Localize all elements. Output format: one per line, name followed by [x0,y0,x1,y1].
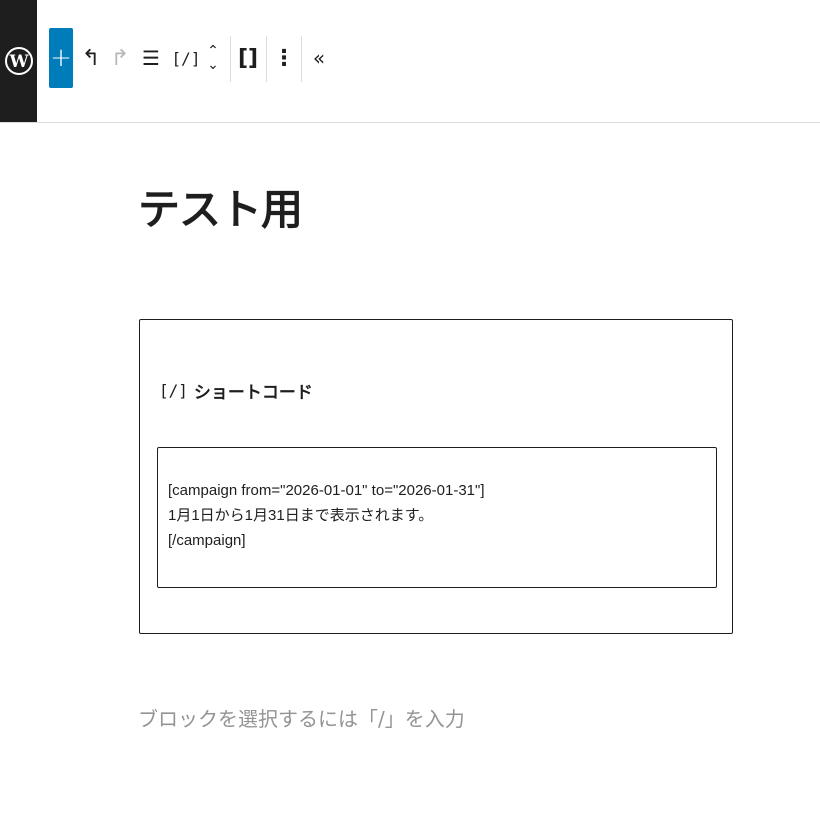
document-overview-icon[interactable]: ☰ [140,28,162,88]
redo-icon[interactable]: ↱ [109,28,131,88]
shortcode-icon: [/] [159,381,188,400]
collapse-toolbar-icon[interactable]: « [308,28,330,88]
shortcode-block-icon[interactable]: [/] [172,28,201,88]
shortcode-textarea[interactable]: [campaign from="2026-01-01" to="2026-01-… [157,447,717,588]
more-options-icon[interactable]: ⋮ [273,28,295,88]
chevron-down-icon[interactable]: ⌄ [207,58,219,72]
svg-text:W: W [8,52,29,72]
editor-top-toolbar: W + ↰ ↱ ☰ [/] ⌃ ⌄ [] ⋮ « [0,0,820,123]
wordpress-logo-glyph: W [4,47,33,75]
toolbar-divider [266,36,267,82]
post-title[interactable]: テスト用 [138,176,303,237]
shortcode-block[interactable]: [/] ショートコード [campaign from="2026-01-01" … [139,319,733,634]
toolbar-divider [301,36,302,82]
block-mover: ⌃ ⌄ [203,28,223,88]
add-block-button[interactable]: + [49,28,73,88]
wordpress-logo-icon[interactable]: W [0,0,37,122]
shortcode-block-label: [/] ショートコード [159,378,313,403]
chevron-up-icon[interactable]: ⌃ [207,44,219,58]
undo-icon[interactable]: ↰ [80,28,102,88]
block-appender-placeholder[interactable]: ブロックを選択するには「/」を入力 [138,703,465,732]
block-type-icon[interactable]: [] [236,28,260,88]
toolbar-divider [230,36,231,82]
shortcode-label-text: ショートコード [193,383,313,403]
